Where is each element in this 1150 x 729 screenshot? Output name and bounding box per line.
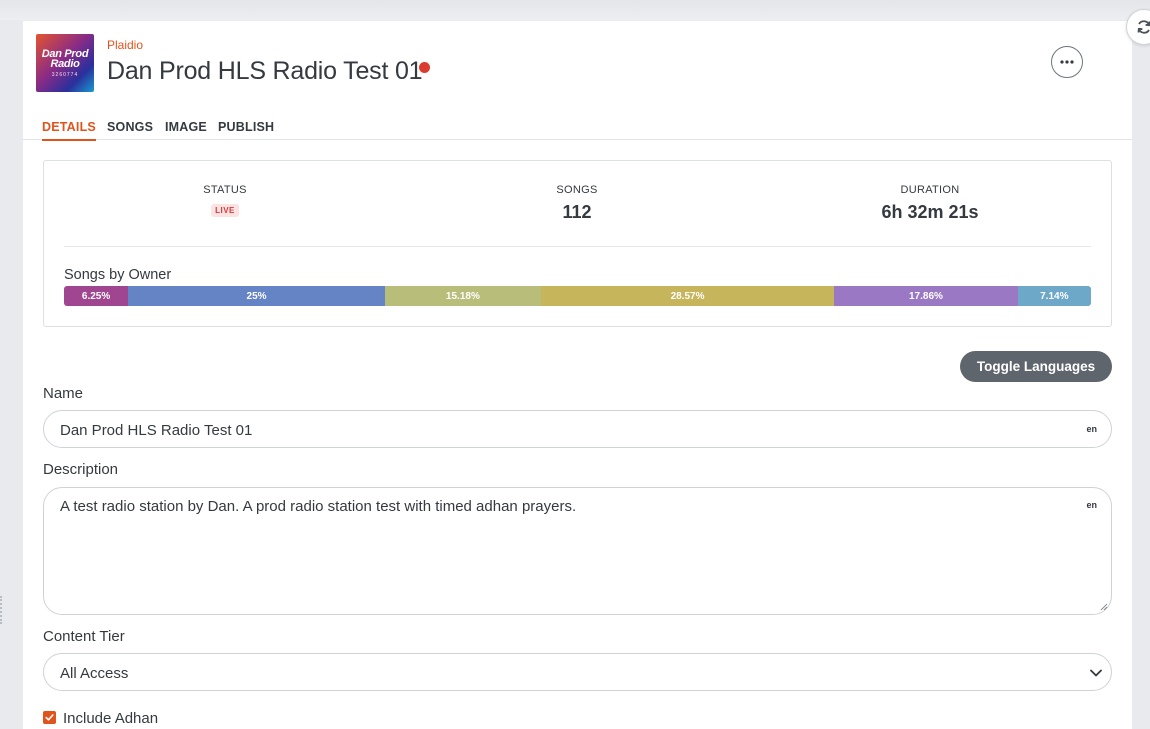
songs-label: SONGS <box>556 184 598 196</box>
name-input-value: Dan Prod HLS Radio Test 01 <box>60 422 253 439</box>
owner-segment[interactable]: 25% <box>128 286 385 306</box>
content-tier-select[interactable]: All Access <box>43 653 1112 691</box>
songs-by-owner-heading: Songs by Owner <box>64 267 172 283</box>
description-textarea[interactable]: A test radio station by Dan. A prod radi… <box>43 487 1112 615</box>
stats-card: STATUS LIVE SONGS 112 DURATION 6h 32m 21… <box>43 160 1112 327</box>
tab-songs[interactable]: SONGS <box>107 120 153 139</box>
owner-segment[interactable]: 15.18% <box>384 286 541 306</box>
content-tier-value: All Access <box>60 665 129 682</box>
owner-link[interactable]: Plaidio <box>107 38 143 52</box>
duration-label: DURATION <box>900 184 960 196</box>
tab-publish[interactable]: PUBLISH <box>218 120 274 139</box>
resize-grip-icon[interactable] <box>1100 603 1108 611</box>
refresh-icon <box>1137 20 1150 34</box>
name-label: Name <box>43 385 84 402</box>
cover-line-1: Dan Prod <box>41 47 89 60</box>
sidebar-resize-handle[interactable] <box>0 596 3 624</box>
tab-bar: DETAILS SONGS IMAGE PUBLISH <box>23 111 1132 141</box>
owner-segment[interactable]: 7.14% <box>1017 286 1091 306</box>
status-badge: LIVE <box>211 204 239 217</box>
page-title: Dan Prod HLS Radio Test 01 <box>107 57 423 85</box>
songs-by-owner-bar: 6.25% 25% 15.18% 28.57% 17.86% 7.14% <box>64 286 1091 306</box>
cover-line-2: Radio <box>50 57 80 70</box>
station-cover-image: Dan Prod Radio 3260774 <box>36 34 94 92</box>
owner-segment[interactable]: 17.86% <box>834 286 1018 306</box>
more-horizontal-icon <box>1060 60 1074 64</box>
owner-segment[interactable]: 6.25% <box>64 286 129 306</box>
include-adhan-label: Include Adhan <box>63 710 159 727</box>
description-value: A test radio station by Dan. A prod radi… <box>60 498 577 515</box>
description-language-tag: en <box>1086 500 1097 510</box>
songs-count: 112 <box>562 202 592 222</box>
name-language-tag: en <box>1086 424 1097 434</box>
name-input[interactable]: Dan Prod HLS Radio Test 01 en <box>43 410 1112 448</box>
station-panel: Dan Prod Radio 3260774 Plaidio Dan Prod … <box>23 21 1132 729</box>
live-indicator-dot <box>419 62 430 73</box>
status-label: STATUS <box>203 184 247 196</box>
toggle-languages-button[interactable]: Toggle Languages <box>960 351 1112 382</box>
content-tier-label: Content Tier <box>43 628 125 645</box>
duration-value: 6h 32m 21s <box>881 202 979 222</box>
tab-details[interactable]: DETAILS <box>42 120 96 141</box>
include-adhan-checkbox[interactable] <box>43 711 56 724</box>
more-options-button[interactable] <box>1051 46 1083 78</box>
description-label: Description <box>43 461 119 478</box>
owner-segment[interactable]: 28.57% <box>540 286 835 306</box>
chevron-down-icon <box>1090 669 1102 677</box>
stats-divider <box>64 246 1091 247</box>
cover-line-3: 3260774 <box>51 71 79 78</box>
tab-image[interactable]: IMAGE <box>165 120 207 139</box>
check-icon <box>45 714 54 721</box>
top-bar <box>0 0 1150 20</box>
